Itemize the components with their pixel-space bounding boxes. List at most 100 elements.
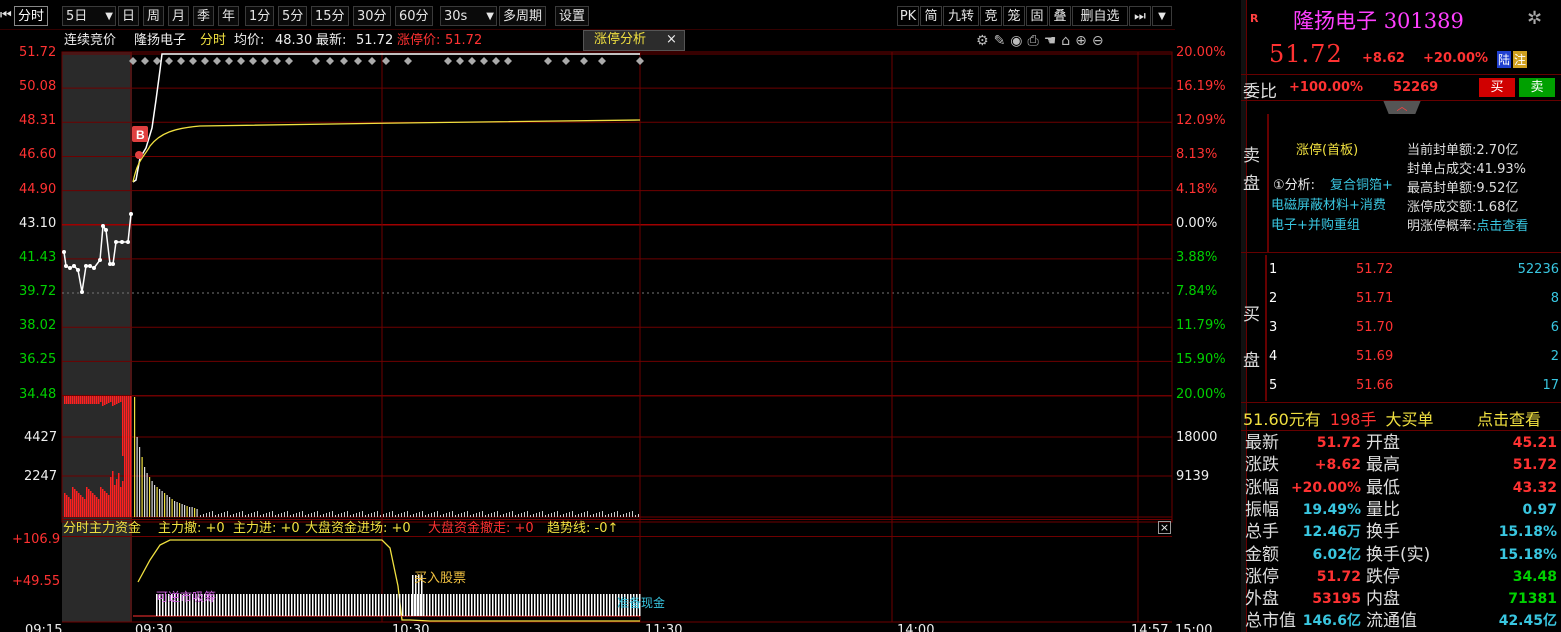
volume-bar — [347, 511, 348, 517]
fund-bar — [537, 594, 539, 616]
volume-bar — [76, 396, 78, 404]
volume-bar — [620, 515, 621, 517]
sell-button[interactable]: 卖 — [1519, 78, 1555, 97]
bid-row[interactable]: 4 51.69 2 — [1269, 349, 1559, 367]
volume-bar — [209, 512, 210, 517]
volume-bar — [320, 515, 321, 517]
bid-row[interactable]: 3 51.70 6 — [1269, 320, 1559, 338]
volume-bar — [96, 497, 98, 517]
volume-bar — [437, 511, 438, 517]
tab-5day[interactable]: 5日 ▼ — [62, 6, 116, 26]
print-icon[interactable]: ⎙ — [1028, 33, 1044, 49]
fund-bar — [492, 594, 494, 616]
settings-icon[interactable]: ⚙ — [976, 33, 994, 49]
left-arrow-icon[interactable]: ⏮ — [0, 6, 14, 26]
tab-5min[interactable]: 5分 — [278, 6, 308, 26]
volume-bar — [422, 511, 423, 517]
close-panel-icon[interactable]: × — [1158, 521, 1171, 534]
volume-bar — [206, 513, 207, 517]
stat-key: 最高封单额: — [1407, 181, 1477, 196]
volume-bar — [470, 515, 471, 517]
tab-15min[interactable]: 15分 — [311, 6, 349, 26]
concept-line[interactable]: 电磁屏蔽材料+消费 — [1271, 194, 1386, 213]
fund-bar — [597, 594, 599, 616]
lock-icon[interactable]: ⌂ — [1061, 33, 1075, 49]
fund-bar — [288, 594, 290, 616]
volume-bar — [431, 513, 432, 517]
volume-bar — [593, 514, 594, 517]
volume-bar — [386, 513, 387, 517]
volume-bar — [536, 513, 537, 517]
stat-key: 涨幅 — [1245, 477, 1279, 498]
tab-month[interactable]: 月 — [168, 6, 190, 26]
tab-1min[interactable]: 1分 — [245, 6, 275, 26]
chevron-down-icon: ▼ — [105, 11, 113, 22]
settings-gear-icon[interactable]: ✲ — [1527, 8, 1542, 29]
tab-60min[interactable]: 60分 — [395, 6, 433, 26]
fund-bar — [399, 594, 401, 616]
fund-bar — [285, 594, 287, 616]
volume-bar — [70, 396, 72, 404]
volume-bar — [90, 491, 92, 517]
volume-bar — [76, 491, 78, 517]
volume-bar — [124, 457, 126, 517]
right-arrow-icon[interactable]: ⏭ — [1129, 6, 1151, 26]
remove-favorite-button[interactable]: 删自选 — [1072, 6, 1128, 26]
fund-bar — [408, 594, 410, 616]
bid-row[interactable]: 5 51.66 17 — [1269, 378, 1559, 396]
volume-bar — [464, 512, 465, 517]
collapse-chevron-icon[interactable]: ︿ — [1383, 100, 1421, 114]
close-icon[interactable]: × — [666, 33, 677, 47]
bid-row[interactable]: 2 51.71 8 — [1269, 291, 1559, 309]
simple-button[interactable]: 简 — [920, 6, 942, 26]
stat-value: 146.6亿 — [1302, 613, 1361, 630]
volume-bar — [392, 511, 393, 517]
multi-period-button[interactable]: 多周期 — [499, 6, 547, 26]
zoom-in-icon[interactable]: ⊕ — [1075, 33, 1092, 49]
volume-tick: 18000 — [1176, 430, 1218, 445]
volume-bar — [134, 397, 136, 517]
tab-fenshi[interactable]: 分时 — [14, 6, 49, 26]
volume-bar — [120, 487, 122, 517]
tab-week[interactable]: 周 — [143, 6, 165, 26]
jiuzhuan-button[interactable]: 九转 — [943, 6, 979, 26]
volume-bar — [80, 396, 82, 404]
auction-button[interactable]: 竞 — [980, 6, 1002, 26]
concept-line[interactable]: 复合铜箔+ — [1330, 174, 1393, 193]
chevron-down-icon[interactable]: ▼ — [1152, 6, 1172, 26]
view-big-order-link[interactable]: 点击查看 — [1477, 406, 1541, 430]
tab-day[interactable]: 日 — [118, 6, 140, 26]
limit-up-analysis-tab[interactable]: 涨停分析 × — [583, 30, 685, 51]
pk-button[interactable]: PK — [897, 6, 919, 26]
zoom-out-icon[interactable]: ⊖ — [1092, 33, 1109, 49]
registration-badge: 注 — [1513, 51, 1528, 68]
pre-market-point — [120, 240, 124, 244]
fund-bar — [276, 594, 278, 616]
concept-line[interactable]: 电子+并购重组 — [1271, 214, 1360, 233]
volume-bar — [112, 396, 114, 406]
fund-bar — [612, 594, 614, 616]
tab-30s[interactable]: 30s ▼ — [440, 6, 497, 26]
volume-bar — [108, 495, 110, 517]
tab-quarter[interactable]: 季 — [193, 6, 215, 26]
fund-bar — [594, 594, 596, 616]
pen-icon[interactable]: ✎ — [994, 33, 1011, 49]
tab-year[interactable]: 年 — [218, 6, 240, 26]
fix-button[interactable]: 固 — [1026, 6, 1048, 26]
hand-icon[interactable]: ☚ — [1044, 33, 1062, 49]
volume-bar — [587, 511, 588, 517]
limit-up-stat[interactable]: 明涨停概率:点击查看 — [1407, 215, 1528, 234]
bid-row[interactable]: 1 51.72 52236 — [1269, 262, 1559, 280]
cage-button[interactable]: 笼 — [1003, 6, 1025, 26]
big-order-banner[interactable]: 51.60元有 198手 大买单 — [1243, 406, 1434, 430]
overlay-button[interactable]: 叠 — [1049, 6, 1071, 26]
fund-bar — [552, 594, 554, 616]
stat-key: 当前封单额: — [1407, 143, 1477, 158]
limit-up-stat: 最高封单额:9.52亿 — [1407, 177, 1518, 196]
buy-button[interactable]: 买 — [1479, 78, 1515, 97]
signal-diamond-icon — [177, 57, 185, 65]
tab-30min[interactable]: 30分 — [353, 6, 391, 26]
eye-icon[interactable]: ◉ — [1010, 33, 1027, 49]
settings-button[interactable]: 设置 — [555, 6, 590, 26]
volume-bar — [548, 514, 549, 517]
